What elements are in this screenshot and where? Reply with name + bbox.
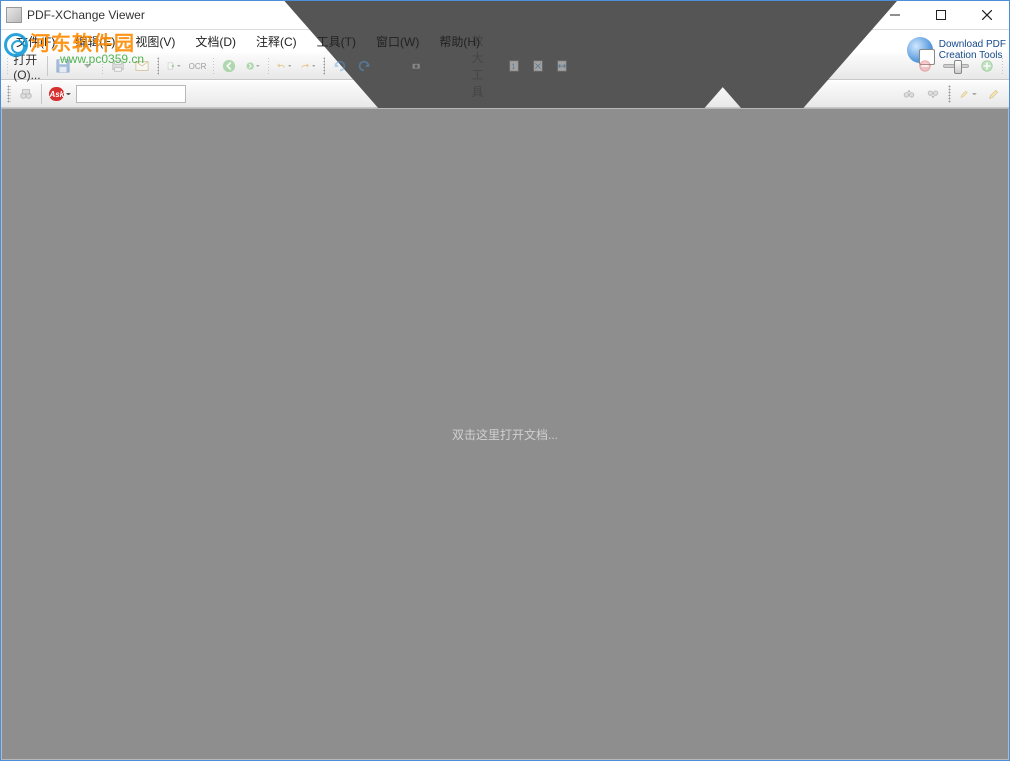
app-icon — [6, 7, 22, 23]
menu-window[interactable]: 窗口(W) — [366, 31, 429, 52]
text-select-icon: T — [436, 58, 450, 74]
rotate-cw-icon — [357, 58, 371, 74]
highlighter-icon — [987, 86, 1001, 102]
menu-comments[interactable]: 注释(C) — [246, 31, 307, 52]
page-actual-icon: 1 — [507, 58, 521, 74]
minus-circle-icon — [918, 58, 932, 74]
zoom-slider[interactable] — [943, 64, 969, 68]
ocr-button[interactable]: OCR — [187, 55, 209, 77]
rotate-ccw-button[interactable] — [329, 55, 351, 77]
toolbar-grip[interactable] — [7, 57, 8, 75]
fit-width-icon — [555, 58, 569, 74]
search-input[interactable] — [76, 85, 186, 103]
redo-button[interactable] — [297, 55, 319, 77]
arrow-left-circle-icon — [222, 58, 236, 74]
close-button[interactable] — [964, 0, 1010, 30]
empty-hint: 双击这里打开文档... — [452, 426, 558, 443]
fit-width-button[interactable] — [551, 55, 573, 77]
menu-document[interactable]: 文档(D) — [185, 31, 246, 52]
svg-text:1: 1 — [511, 64, 515, 71]
rotate-cw-button[interactable] — [353, 55, 375, 77]
binoculars-down-icon — [926, 86, 940, 102]
fit-page-icon — [531, 58, 545, 74]
binoculars-icon — [19, 86, 33, 102]
watermark-url: www.pc0359.cn — [60, 52, 144, 66]
export-icon — [167, 58, 175, 74]
select-tool-button[interactable]: T — [432, 55, 454, 77]
toolbar-grip[interactable] — [7, 85, 11, 103]
search-prev-button[interactable] — [898, 83, 920, 105]
toolbar-separator — [41, 84, 42, 104]
menu-bar: 河东软件园 www.pc0359.cn 文件(F) 编辑(E) 视图(V) 文档… — [0, 30, 1010, 52]
undo-icon — [277, 58, 285, 74]
snapshot-tool-button[interactable] — [408, 55, 430, 77]
download-line1: Download PDF — [939, 39, 1006, 50]
fit-page-button[interactable] — [527, 55, 549, 77]
highlight-button-2[interactable] — [983, 83, 1005, 105]
search-toolbar: Ask — [0, 80, 1010, 108]
nav-forward-button[interactable] — [242, 55, 264, 77]
redo-icon — [301, 58, 309, 74]
undo-button[interactable] — [273, 55, 295, 77]
highlighter-icon — [959, 86, 970, 102]
highlight-button[interactable] — [955, 83, 981, 105]
find-button[interactable] — [15, 83, 37, 105]
ask-badge-icon: Ask — [49, 87, 64, 101]
toolbar-grip[interactable] — [948, 85, 952, 103]
slider-thumb[interactable] — [954, 60, 962, 74]
rotate-ccw-icon — [333, 58, 347, 74]
search-next-button[interactable] — [922, 83, 944, 105]
open-button[interactable]: 打开(O)... — [12, 55, 43, 77]
nav-back-button[interactable] — [218, 55, 240, 77]
arrow-right-circle-icon — [246, 58, 254, 74]
zoom-tool-button[interactable]: 放大工具 — [463, 55, 493, 77]
svg-text:T: T — [438, 62, 444, 73]
export-button[interactable] — [163, 55, 185, 77]
zoom-in-button[interactable] — [976, 55, 998, 77]
camera-icon — [412, 58, 420, 74]
document-area[interactable]: 双击这里打开文档... — [1, 108, 1009, 760]
actual-size-button[interactable]: 1 — [503, 55, 525, 77]
zoom-out-button[interactable] — [914, 55, 936, 77]
binoculars-up-icon — [902, 86, 916, 102]
maximize-button[interactable] — [918, 0, 964, 30]
plus-circle-icon — [980, 58, 994, 74]
menu-tools[interactable]: 工具(T) — [307, 31, 366, 52]
toolbar-grip[interactable] — [157, 57, 158, 75]
ask-provider-button[interactable]: Ask — [45, 83, 75, 105]
